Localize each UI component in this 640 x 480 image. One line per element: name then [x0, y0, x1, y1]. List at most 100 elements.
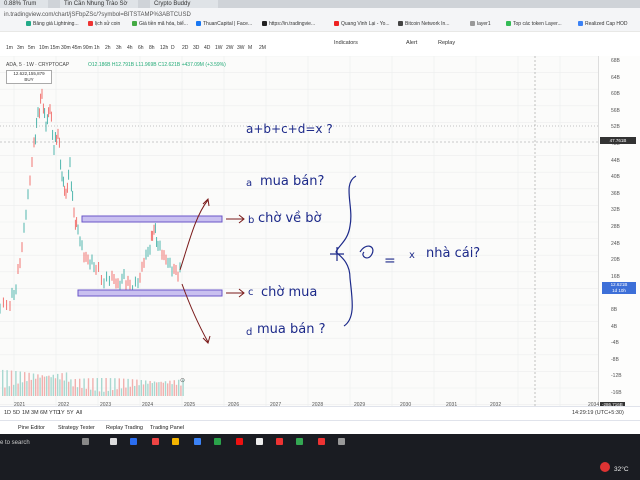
timeframe-button[interactable]: 10m — [39, 45, 49, 51]
app-icon[interactable] — [130, 438, 137, 445]
timeframe-button[interactable]: 1W — [215, 45, 223, 51]
bookmark-item[interactable]: lịch sử coin — [88, 18, 120, 31]
price-axis[interactable]: 68B 64B 60B 56B 52B 48B 44B 40B 36B 32B 28B 24B 20B 1… — [598, 56, 640, 406]
bookmark-item[interactable]: Top các token Layer... — [506, 18, 562, 31]
volume-bar — [90, 389, 92, 396]
price-axis-label: 16B — [611, 273, 620, 280]
volume-bar — [50, 377, 52, 396]
replay-button[interactable]: Replay — [438, 40, 455, 46]
price-axis-label: 52B — [611, 124, 620, 131]
volume-bar — [107, 390, 109, 396]
panel-tab-replay-trading[interactable]: Replay Trading — [106, 425, 143, 431]
app-icon[interactable] — [318, 438, 325, 445]
app-icon[interactable] — [110, 438, 117, 445]
timeframe-button[interactable]: 3h — [116, 45, 122, 51]
timeframe-button[interactable]: 1m — [6, 45, 13, 51]
timeframe-button[interactable]: 4D — [204, 45, 210, 51]
timeframe-button[interactable]: 3W — [237, 45, 245, 51]
timeframe-button[interactable]: 3m — [17, 45, 24, 51]
timeframe-button[interactable]: 12h — [160, 45, 168, 51]
clock-readout: 14:29:19 (UTC+5:30) — [572, 410, 624, 416]
zone-rectangle-b[interactable] — [81, 215, 223, 223]
timeframe-button[interactable]: 4h — [127, 45, 133, 51]
bookmark-item[interactable]: Bảng giá Lightning... — [26, 18, 79, 31]
chrome-icon[interactable] — [296, 438, 303, 445]
price-axis-label: -8B — [611, 356, 619, 363]
alert-button[interactable]: Alert — [406, 40, 417, 46]
timeframe-button[interactable]: 2h — [105, 45, 111, 51]
price-axis-label: -16B — [611, 390, 622, 396]
symbol-title[interactable]: ADA, 5 · 1W · CRYPTOCAP — [6, 62, 69, 68]
timeframe-button[interactable]: M — [248, 45, 252, 51]
app-icon[interactable] — [256, 438, 263, 445]
volume-bar — [123, 378, 125, 396]
panel-tab-trading-panel[interactable]: Trading Panel — [150, 425, 184, 431]
bookmark-item[interactable]: layer1 — [470, 18, 491, 31]
timeframe-button[interactable]: 5m — [28, 45, 35, 51]
replay-icon[interactable]: ⊙ — [180, 377, 185, 384]
volume-bar — [153, 381, 156, 396]
note-d-letter: d — [246, 327, 253, 338]
timeframe-button[interactable]: 2W — [226, 45, 234, 51]
range-button[interactable]: 5D — [13, 410, 20, 416]
current-price-countdown: 1d 10h — [612, 288, 626, 293]
browser-tab[interactable]: 0.88% Trum — [0, 0, 48, 8]
browser-tab[interactable]: Tin Cần Nhung Trào Sờ — [60, 0, 138, 8]
app-icon[interactable] — [276, 438, 283, 445]
timeframe-button[interactable]: 6h — [138, 45, 144, 51]
browser-tab-strip: 0.88% Trum Tin Cần Nhung Trào Sờ Crypto … — [0, 0, 640, 8]
zone-rectangle-c[interactable] — [77, 289, 223, 297]
price-axis-label: 32B — [611, 207, 620, 214]
timeframe-button[interactable]: 45m — [72, 45, 82, 51]
range-button[interactable]: 1M — [22, 410, 30, 416]
range-button[interactable]: All — [76, 410, 82, 416]
panel-tab-pine-editor[interactable]: Pine Editor — [18, 425, 45, 431]
app-icon[interactable] — [236, 438, 243, 445]
note-x-letter: x — [409, 250, 415, 261]
bookmark-item[interactable]: Bitcoin Network In... — [398, 18, 449, 31]
timeframe-button[interactable]: 90m — [83, 45, 93, 51]
bookmark-item[interactable]: Giá tiền mã hóa, biể... — [132, 18, 188, 31]
range-button[interactable]: 1Y — [58, 410, 65, 416]
range-button[interactable]: 1D — [4, 410, 11, 416]
timeframe-button[interactable]: 3D — [193, 45, 199, 51]
timeframe-button[interactable]: 1h — [94, 45, 100, 51]
price-axis-label: 56B — [611, 107, 620, 114]
volume-bar — [120, 388, 123, 396]
timeframe-button[interactable]: 30m — [61, 45, 71, 51]
volume-bar — [76, 387, 79, 396]
volume-bar — [35, 378, 37, 396]
volume-bar — [37, 374, 39, 396]
indicators-button[interactable]: Indicators — [334, 40, 358, 46]
volume-bar — [2, 369, 4, 396]
range-button[interactable]: 5Y — [67, 410, 74, 416]
taskbar-search[interactable]: e to search — [0, 440, 60, 446]
weather-icon[interactable] — [600, 462, 610, 472]
app-icon[interactable] — [194, 438, 201, 445]
folder-icon[interactable] — [172, 438, 179, 445]
price-axis-label: 44B — [611, 157, 620, 164]
timeframe-button[interactable]: D — [171, 45, 175, 51]
volume-bar — [83, 378, 85, 396]
range-button[interactable]: 3M — [31, 410, 39, 416]
price-box[interactable]: 12.622,155,879 BUY — [6, 70, 52, 84]
timeframe-button[interactable]: 2M — [259, 45, 266, 51]
app-icon[interactable] — [214, 438, 221, 445]
timeframe-button[interactable]: 2D — [182, 45, 188, 51]
price-axis-label: -4B — [611, 340, 619, 347]
app-icon[interactable] — [338, 438, 345, 445]
ohlc-readout: O12.186B H12.791B L11.969B C12.621B +437… — [88, 62, 226, 68]
bookmark-item[interactable]: Realized Cap HOD — [578, 18, 628, 31]
bookmark-item[interactable]: Quang Vinh Lại - Yo... — [334, 18, 390, 31]
timeframe-button[interactable]: 8h — [149, 45, 155, 51]
task-view-icon[interactable] — [82, 438, 89, 445]
timeframe-button[interactable]: 15m — [50, 45, 60, 51]
bookmark-item[interactable]: https://in.tradingvie... — [262, 18, 315, 31]
volume-bar — [109, 378, 112, 396]
browser-tab[interactable]: Crypto Buddy — [150, 0, 218, 8]
price-box-label: BUY — [24, 77, 34, 82]
bookmark-item[interactable]: ThuanCapital | Face... — [196, 18, 252, 31]
panel-tab-strategy-tester[interactable]: Strategy Tester — [58, 425, 95, 431]
app-icon[interactable] — [152, 438, 159, 445]
range-button[interactable]: 6M — [40, 410, 48, 416]
